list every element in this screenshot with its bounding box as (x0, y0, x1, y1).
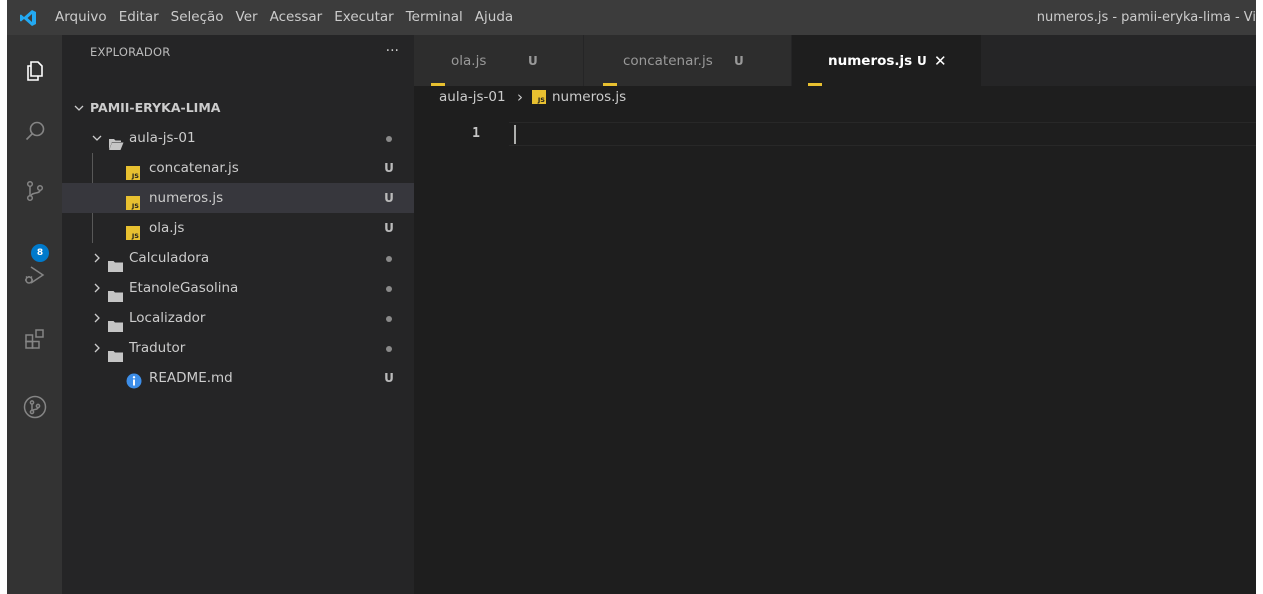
vscode-window: Arquivo Editar Seleção Ver Acessar Execu… (7, 0, 1256, 594)
tree-item-label: EtanoleGasolina (129, 280, 239, 296)
explorer-icon[interactable] (7, 47, 62, 95)
tree-item-etanolegasolina[interactable]: EtanoleGasolina (62, 273, 414, 303)
menu-editar[interactable]: Editar (113, 0, 165, 35)
menu-ajuda[interactable]: Ajuda (469, 0, 519, 35)
menu-executar[interactable]: Executar (328, 0, 400, 35)
git-graph-icon[interactable] (7, 383, 62, 431)
untracked-badge: U (384, 371, 394, 385)
activity-bar: 8 (7, 35, 62, 594)
tree-item-label: aula-js-01 (129, 130, 196, 146)
tree-item-label: numeros.js (149, 190, 224, 206)
current-line-highlight (509, 122, 1256, 146)
text-cursor (514, 125, 516, 144)
tree-item-localizador[interactable]: Localizador (62, 303, 414, 333)
tree-item-label: concatenar.js (149, 160, 239, 176)
chevron-right-icon (89, 303, 105, 333)
chevron-down-icon (89, 123, 105, 153)
tree-item-ola-js[interactable]: JS ola.js U (62, 213, 414, 243)
chevron-right-icon (89, 333, 105, 363)
breadcrumb: aula-js-01 › JS numeros.js (414, 86, 1256, 108)
editor-tabs: JS ola.js U JS concatenar.js U JS numero… (414, 35, 1256, 97)
tree-item-tradutor[interactable]: Tradutor (62, 333, 414, 363)
modified-dot-icon (382, 243, 396, 273)
tree-item-label: Tradutor (129, 340, 186, 356)
close-icon[interactable]: ✕ (934, 51, 947, 71)
untracked-badge: U (384, 221, 394, 235)
modified-dot-icon (382, 123, 396, 153)
menu-selecao[interactable]: Seleção (165, 0, 230, 35)
tree-item-label: ola.js (149, 220, 185, 236)
extensions-icon[interactable] (7, 315, 62, 363)
tree-item-label: README.md (149, 370, 233, 386)
title-bar: Arquivo Editar Seleção Ver Acessar Execu… (7, 0, 1256, 35)
menu-terminal[interactable]: Terminal (400, 0, 469, 35)
code-editor[interactable]: 1 (414, 108, 1256, 594)
tab-concatenar-js[interactable]: JS concatenar.js U (584, 35, 792, 97)
chevron-right-icon (89, 243, 105, 273)
menu-arquivo[interactable]: Arquivo (49, 0, 113, 35)
run-debug-icon[interactable] (7, 251, 62, 299)
tab-label: ola.js (451, 53, 487, 69)
explorer-title: EXPLORADOR (90, 45, 171, 59)
modified-dot-icon (382, 303, 396, 333)
js-file-icon: JS (532, 90, 546, 108)
tree-item-calculadora[interactable]: Calculadora (62, 243, 414, 273)
tab-status-badge: U (917, 54, 927, 68)
source-control-icon[interactable] (7, 167, 62, 215)
untracked-badge: U (384, 191, 394, 205)
tree-item-concatenar-js[interactable]: JS concatenar.js U (62, 153, 414, 183)
chevron-right-icon (89, 273, 105, 303)
breadcrumb-folder[interactable]: aula-js-01 (439, 86, 506, 108)
breadcrumb-file[interactable]: numeros.js (552, 86, 626, 108)
vscode-logo-icon (7, 0, 49, 35)
explorer-header: EXPLORADOR ··· (62, 35, 414, 70)
chevron-right-icon: › (517, 88, 523, 106)
menu-ver[interactable]: Ver (230, 0, 264, 35)
untracked-badge: U (384, 161, 394, 175)
explorer-sidebar: EXPLORADOR ··· PAMII-ERYKA-LIMA aula-js-… (62, 35, 414, 594)
workspace-root[interactable]: PAMII-ERYKA-LIMA (62, 93, 414, 123)
search-icon[interactable] (7, 107, 62, 155)
tab-ola-js[interactable]: JS ola.js U (414, 35, 584, 97)
tab-status-badge: U (734, 54, 744, 68)
window-title: numeros.js - pamii-eryka-lima - Vi (1036, 10, 1256, 25)
menu-acessar[interactable]: Acessar (264, 0, 329, 35)
info-icon (126, 370, 142, 400)
tree-item-readme-md[interactable]: README.md U (62, 363, 414, 393)
workspace-root-label: PAMII-ERYKA-LIMA (90, 100, 221, 115)
chevron-down-icon (71, 93, 87, 123)
modified-dot-icon (382, 333, 396, 363)
modified-dot-icon (382, 273, 396, 303)
tree-item-numeros-js[interactable]: JS numeros.js U (62, 183, 414, 213)
more-actions-icon[interactable]: ··· (386, 35, 399, 68)
tree-item-label: Calculadora (129, 250, 210, 266)
tree-item-label: Localizador (129, 310, 206, 326)
tab-label: numeros.js (828, 53, 913, 69)
tab-status-badge: U (528, 54, 538, 68)
tab-numeros-js[interactable]: JS numeros.js U ✕ (792, 35, 982, 97)
tab-label: concatenar.js (623, 53, 713, 69)
line-number: 1 (472, 126, 480, 141)
tree-item-aula-js-01[interactable]: aula-js-01 (62, 123, 414, 153)
